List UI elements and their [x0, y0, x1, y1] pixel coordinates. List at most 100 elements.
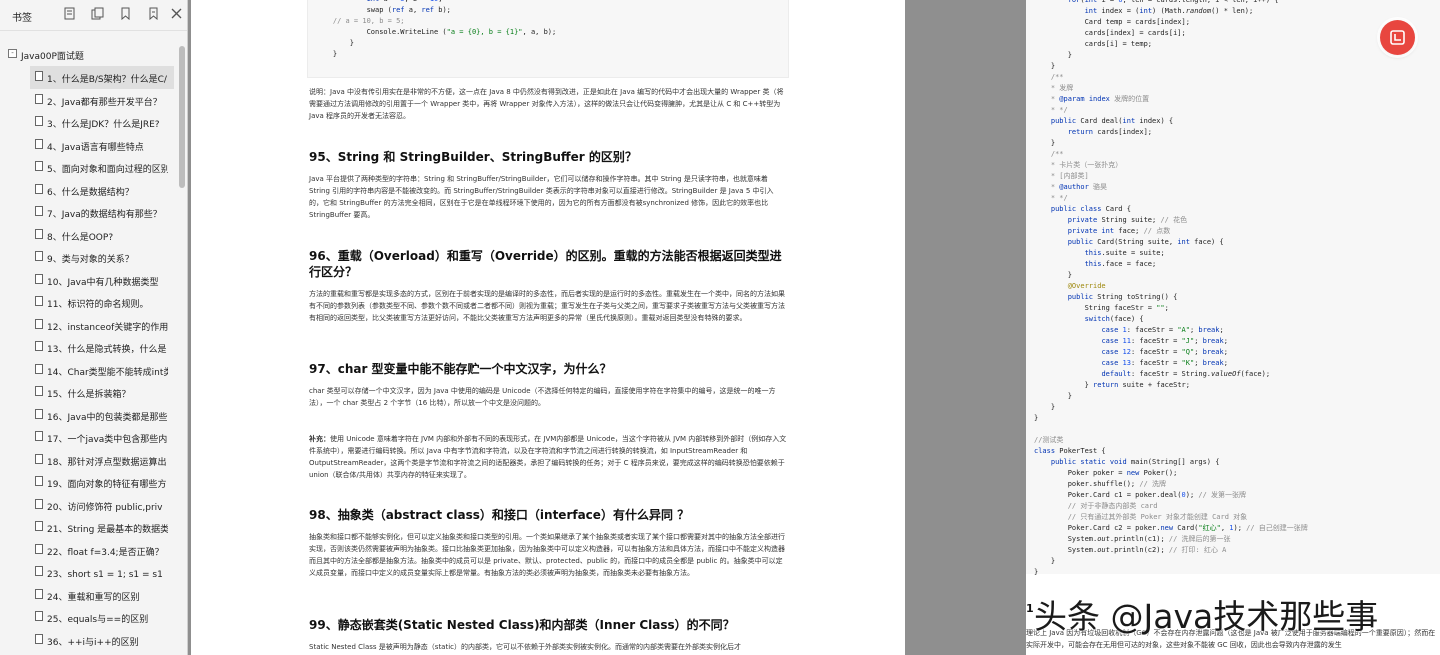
- question-96-heading: 96、重载（Overload）和重写（Override）的区别。重载的方法能否根…: [309, 249, 782, 279]
- sidebar-item-label: 18、那针对浮点型数据运算出: [47, 457, 167, 468]
- sidebar-item-label: 13、什么是隐式转换，什么是: [47, 345, 167, 355]
- sidebar-item[interactable]: 22、float f=3.4;是否正确？: [0, 539, 177, 562]
- code-line: }: [1034, 62, 1056, 70]
- bookmark-icon: [35, 71, 43, 81]
- code-line: Poker.Card c2 = poker.new Card("红心", 1);…: [1034, 524, 1308, 532]
- pdf-page-right: for(int i = 0, len = cards.length; i < l…: [1026, 0, 1440, 655]
- question-98-text: 抽象类和接口都不能够实例化，但可以定义抽象类和接口类型的引用。一个类如果继承了某…: [309, 533, 785, 577]
- sidebar-title: 书签: [12, 13, 32, 24]
- sidebar-item[interactable]: 24、重载和重写的区别: [0, 584, 177, 607]
- code-line: * @author 骆昊: [1050, 183, 1108, 191]
- bookmark-icon[interactable]: [118, 7, 132, 21]
- sidebar-item-label: 2、Java都有那些开发平台？: [47, 97, 162, 108]
- sidebar-item-label: 5、面向对象和面向过程的区别: [47, 165, 168, 175]
- question-95-text: Java 平台提供了两种类型的字符串：String 和 StringBuffer…: [309, 175, 774, 219]
- sidebar-item-label: 21、String 是最基本的数据类: [47, 525, 168, 535]
- sidebar-item-label: 7、Java的数据结构有那些？: [47, 210, 162, 220]
- sidebar-item[interactable]: 10、Java中有几种数据类型: [0, 269, 177, 292]
- code-line: }: [316, 50, 338, 58]
- sidebar-item[interactable]: 19、面向对象的特征有哪些方: [0, 471, 177, 494]
- code-line: Poker poker = new Poker();: [1034, 469, 1178, 477]
- question-97-heading: 97、char 型变量中能不能存贮一个中文汉字，为什么？: [309, 362, 612, 376]
- close-icon[interactable]: [169, 7, 183, 21]
- tree-root[interactable]: - Java00P面试题: [0, 44, 177, 66]
- bookmark-icon: [35, 273, 43, 284]
- code-line: case 12: faceStr = "Q"; break;: [1101, 348, 1228, 356]
- sidebar-item-label: 11、标识符的命名规则。: [47, 300, 149, 310]
- sidebar-item[interactable]: 3、什么是JDK？什么是JRE?: [0, 111, 177, 134]
- collapse-all-icon[interactable]: [90, 7, 104, 21]
- code-line: * */: [1050, 194, 1068, 202]
- sidebar-item[interactable]: 15、什么是拆装箱？: [0, 381, 177, 404]
- sidebar-item[interactable]: 11、标识符的命名规则。: [0, 291, 177, 314]
- code-line: }: [1034, 271, 1072, 279]
- collapse-toggle-icon[interactable]: -: [8, 49, 17, 58]
- code-line: public static void main(String[] args) {: [1050, 458, 1220, 466]
- code-line: this.face = face;: [1084, 260, 1157, 268]
- sidebar-item[interactable]: 14、Char类型能不能转成int类: [0, 359, 177, 382]
- sidebar-item-label: 23、short s1 = 1; s1 = s1: [47, 570, 163, 580]
- code-line: default: faceStr = String.valueOf(face);: [1101, 370, 1271, 378]
- code-line: public Card deal(int index) {: [1050, 117, 1174, 125]
- code-line: swap (ref a, ref b);: [316, 6, 451, 14]
- sidebar-item[interactable]: 21、String 是最基本的数据类: [0, 516, 177, 539]
- sidebar-item[interactable]: 23、short s1 = 1; s1 = s1: [0, 561, 177, 584]
- sidebar-item-label: 14、Char类型能不能转成int类: [47, 367, 168, 378]
- code-line: // 对于非静态内部类 card: [1067, 502, 1158, 510]
- code-line: * 发牌: [1050, 84, 1074, 92]
- sidebar-item[interactable]: 16、Java中的包装类都是那些: [0, 404, 177, 427]
- code-line: System.out.println(c1); // 洗牌后的第一张: [1034, 535, 1231, 543]
- code-line: } return suite + faceStr;: [1034, 381, 1190, 389]
- code-line: String faceStr = "";: [1034, 304, 1169, 312]
- floating-tool-button[interactable]: [1380, 20, 1415, 55]
- bookmark-icon: [35, 93, 43, 104]
- code-line: private int face; // 点数: [1067, 227, 1171, 235]
- sidebar-item-label: 36、++i与i++的区别: [47, 637, 139, 648]
- sidebar-item[interactable]: 18、那针对浮点型数据运算出: [0, 449, 177, 472]
- sidebar-item[interactable]: 36、++i与i++的区别: [0, 629, 177, 652]
- code-line: // 只有通过其外部类 Poker 对象才能创建 Card 对象: [1067, 513, 1248, 521]
- code-line: this.suite = suite;: [1084, 249, 1165, 257]
- bookmark-tree: - Java00P面试题 1、什么是B/S架构？什么是C/2、Java都有那些开…: [0, 44, 177, 655]
- sidebar-item-label: 10、Java中有几种数据类型: [47, 277, 159, 288]
- sidebar-item[interactable]: 5、面向对象和面向过程的区别: [0, 156, 177, 179]
- sidebar-scrollbar[interactable]: [179, 46, 185, 188]
- code-line: //测试类: [1034, 436, 1064, 444]
- note-paragraph: 说明：Java 中没有传引用实在是非常的不方便，这一点在 Java 8 中仍然没…: [309, 88, 784, 120]
- sidebar-item[interactable]: 8、什么是OOP?: [0, 224, 177, 247]
- expand-all-icon[interactable]: [62, 7, 76, 21]
- code-line: public String toString() {: [1067, 293, 1178, 301]
- bookmark-icon: [35, 453, 43, 464]
- code-text: int a = 5, b = 10; swap (ref a, ref b); …: [316, 0, 556, 60]
- sidebar-item[interactable]: 20、访问修饰符 public,priv: [0, 494, 177, 517]
- sidebar-item-label: 4、Java语言有哪些特点: [47, 142, 144, 153]
- sidebar-item[interactable]: 1、什么是B/S架构？什么是C/: [30, 66, 174, 89]
- question-95-heading: 95、String 和 StringBuilder、StringBuffer 的…: [309, 150, 637, 164]
- question-98-heading: 98、抽象类（abstract class）和接口（interface）有什么异…: [309, 508, 690, 522]
- sidebar-item[interactable]: 6、什么是数据结构？: [0, 179, 177, 202]
- tree-root-label: Java00P面试题: [21, 52, 84, 62]
- code-line: * [内部类]: [1050, 172, 1089, 180]
- bookmark-icon: [35, 228, 43, 239]
- code-line: /**: [1050, 73, 1064, 81]
- code-line: * @param index 发牌的位置: [1050, 95, 1150, 103]
- code-block: int a = 5, b = 10; swap (ref a, ref b); …: [307, 0, 789, 78]
- sidebar-item[interactable]: 25、equals与==的区别: [0, 606, 177, 629]
- code-line: class PokerTest {: [1034, 447, 1106, 455]
- code-line: }: [1034, 51, 1072, 59]
- code-line: }: [1034, 414, 1039, 422]
- sidebar-item[interactable]: 4、Java语言有哪些特点: [0, 134, 177, 157]
- sidebar-item-label: 17、一个java类中包含那些内: [47, 435, 168, 445]
- sidebar-item[interactable]: 9、类与对象的关系？: [0, 246, 177, 269]
- sidebar-item[interactable]: 12、instanceof关键字的作用: [0, 314, 177, 337]
- sidebar-item[interactable]: 17、一个java类中包含那些内: [0, 426, 177, 449]
- sidebar-item[interactable]: 13、什么是隐式转换，什么是: [0, 336, 177, 359]
- code-line: cards[i] = temp;: [1034, 40, 1153, 48]
- sidebar-item[interactable]: 2、Java都有那些开发平台？: [0, 89, 177, 112]
- code-line: Card temp = cards[index];: [1034, 18, 1190, 26]
- sidebar-item[interactable]: 7、Java的数据结构有那些？: [0, 201, 177, 224]
- sidebar-item-label: 6、什么是数据结构？: [47, 187, 134, 198]
- bookmark-add-icon[interactable]: [146, 7, 160, 21]
- sidebar-item-label: 20、访问修饰符 public,priv: [47, 502, 163, 513]
- question-97-text: char 类型可以存储一个中文汉字，因为 Java 中使用的编码是 Unicod…: [309, 387, 776, 407]
